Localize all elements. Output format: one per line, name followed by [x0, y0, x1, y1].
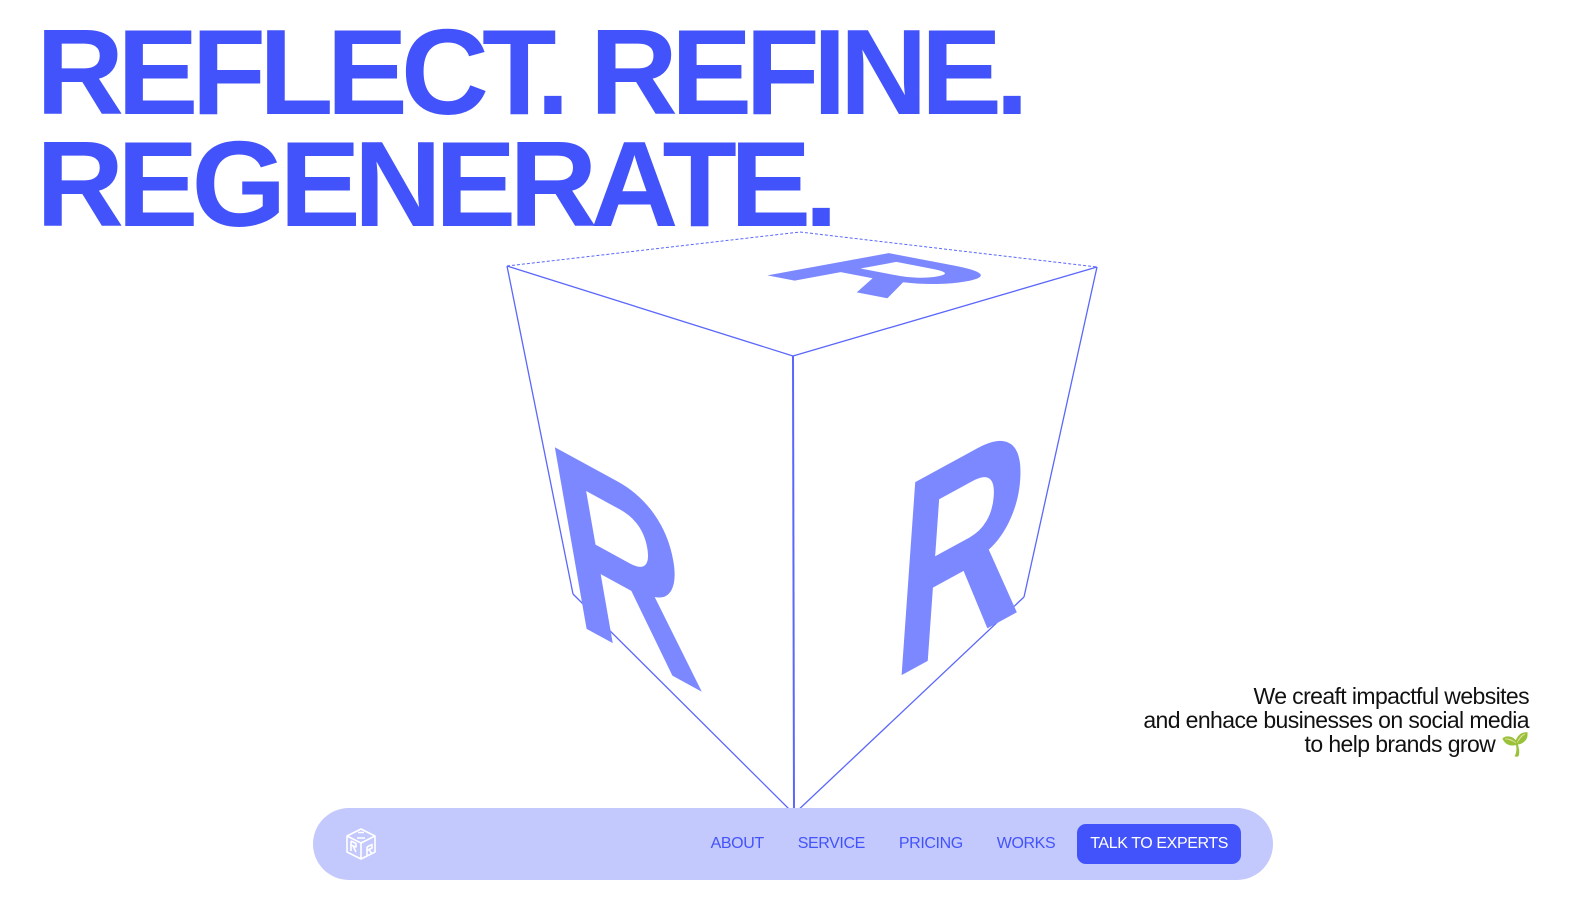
cube-edge-right-outer [1023, 266, 1098, 598]
nav-link-service[interactable]: SERVICE [798, 835, 866, 853]
talk-to-experts-button[interactable]: TALK TO EXPERTS [1077, 824, 1241, 864]
cube-illustration: R R R [506, 231, 1098, 815]
cube-logo-icon[interactable] [343, 826, 379, 862]
nav-link-pricing[interactable]: PRICING [899, 835, 963, 853]
nav-link-works[interactable]: WORKS [997, 835, 1056, 853]
bottom-navbar: ABOUT SERVICE PRICING WORKS TALK TO EXPE… [313, 808, 1273, 880]
hero-tagline: We creaft impactful websites and enhace … [1143, 684, 1529, 756]
nav-links: ABOUT SERVICE PRICING WORKS TALK TO EXPE… [677, 824, 1241, 864]
tagline-line-2: and enhace businesses on social media [1143, 707, 1529, 733]
cube-right-face-letter: R [885, 358, 1038, 742]
cube-left-face-letter: R [533, 383, 716, 750]
cube-top-face-letter: R [717, 244, 1050, 306]
cube-edge-front [792, 355, 795, 815]
tagline-line-1: We creaft impactful websites [1253, 683, 1530, 709]
nav-link-about[interactable]: ABOUT [711, 835, 765, 853]
tagline-line-3: to help brands grow 🌱 [1304, 731, 1530, 757]
